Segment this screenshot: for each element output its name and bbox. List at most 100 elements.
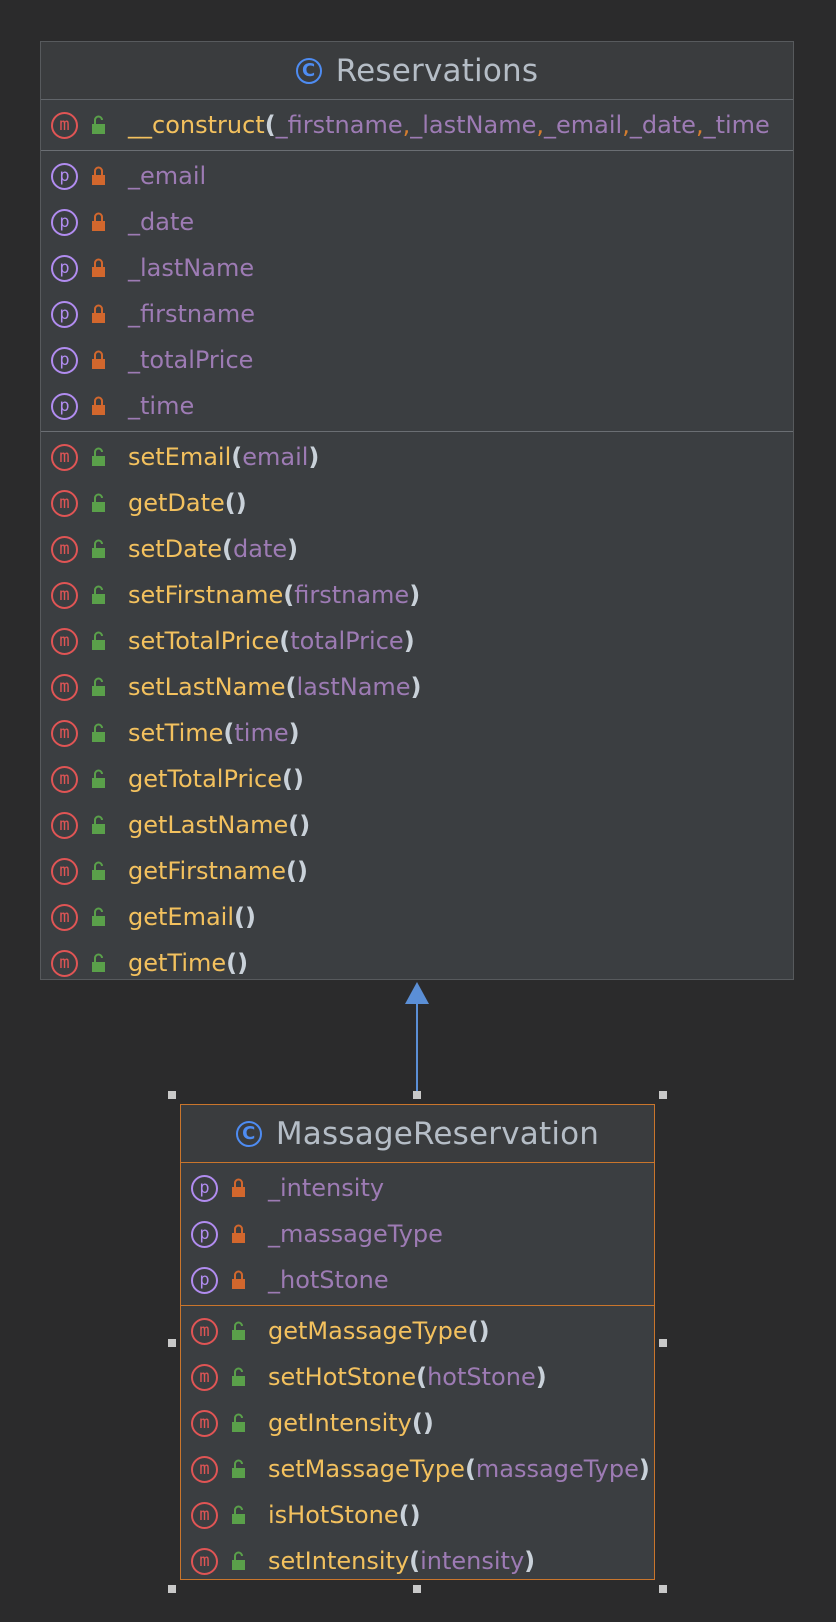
- selection-handle-mid-left[interactable]: [168, 1339, 176, 1347]
- close-paren: ): [409, 581, 421, 609]
- public-lock-icon: [92, 861, 105, 880]
- open-paren: (: [285, 857, 297, 885]
- public-lock-icon: [92, 677, 105, 696]
- public-lock-icon: [92, 631, 105, 650]
- field-badge-icon: p: [191, 1174, 218, 1202]
- selection-handle-top-left[interactable]: [168, 1091, 176, 1099]
- methods-section: m getMassageType() m setHotStone(hotStone) m…: [181, 1306, 654, 1579]
- field-row[interactable]: p _email: [41, 153, 793, 199]
- field-badge-icon: p: [51, 300, 78, 328]
- field-badge-icon: p: [51, 346, 78, 374]
- method-row[interactable]: m setHotStone(hotStone): [181, 1354, 654, 1400]
- field-row[interactable]: p _time: [41, 383, 793, 429]
- class-reservations[interactable]: C Reservations m __construct(_firstname, …: [40, 41, 794, 980]
- method-name: getTime: [128, 949, 227, 977]
- class-massage-reservation[interactable]: C MassageReservation p _intensity p _massag…: [180, 1104, 655, 1580]
- method-row[interactable]: m getIntensity(): [181, 1400, 654, 1446]
- method-row[interactable]: m setIntensity(intensity): [181, 1538, 654, 1579]
- close-paren: ): [296, 857, 308, 885]
- method-row[interactable]: m setTime(time): [41, 710, 793, 756]
- class-name: MassageReservation: [275, 1115, 600, 1152]
- method-row[interactable]: m setDate(date): [41, 526, 793, 572]
- field-row[interactable]: p _firstname: [41, 291, 793, 337]
- selection-handle-top-right[interactable]: [659, 1091, 667, 1099]
- method-name: setEmail: [128, 443, 232, 471]
- method-badge-icon: m: [191, 1547, 218, 1575]
- field-row[interactable]: p _lastName: [41, 245, 793, 291]
- selection-handle-top-center[interactable]: [413, 1091, 421, 1099]
- method-row[interactable]: m setMassageType(massageType): [181, 1446, 654, 1492]
- constructor-param: _time: [703, 111, 770, 139]
- open-paren: (: [226, 949, 238, 977]
- method-badge-icon: m: [191, 1501, 218, 1529]
- method-name: getLastName: [128, 811, 289, 839]
- constructor-param: _email: [544, 111, 623, 139]
- fields-section: p _email p _date p _lastName p _firstname p _tota…: [41, 151, 793, 432]
- class-header[interactable]: C Reservations: [41, 42, 793, 100]
- class-name: Reservations: [335, 52, 539, 89]
- open-paren: (: [264, 111, 276, 139]
- method-badge-icon: m: [51, 111, 78, 139]
- close-paren: ): [235, 489, 247, 517]
- method-name: setHotStone: [268, 1363, 417, 1391]
- public-lock-icon: [92, 953, 105, 972]
- field-row[interactable]: p _totalPrice: [41, 337, 793, 383]
- public-lock-icon: [92, 115, 105, 134]
- method-row[interactable]: m getLastName(): [41, 802, 793, 848]
- close-paren: ): [403, 627, 415, 655]
- constructor-section: m __construct(_firstname, _lastName, _ema…: [41, 100, 793, 151]
- public-lock-icon: [92, 493, 105, 512]
- open-paren: (: [282, 765, 293, 793]
- method-name: getIntensity: [268, 1409, 412, 1437]
- private-lock-icon: [232, 1224, 245, 1243]
- close-paren: ): [535, 1363, 547, 1391]
- selection-handle-mid-right[interactable]: [659, 1339, 667, 1347]
- selection-handle-bottom-left[interactable]: [168, 1585, 176, 1593]
- fields-section: p _intensity p _massageType p _hotStone: [181, 1163, 654, 1306]
- method-row[interactable]: m getMassageType(): [181, 1308, 654, 1354]
- open-paren: (: [398, 1501, 410, 1529]
- public-lock-icon: [232, 1413, 245, 1432]
- method-badge-icon: m: [51, 811, 78, 839]
- method-param: totalPrice: [290, 627, 404, 655]
- public-lock-icon: [92, 907, 105, 926]
- method-badge-icon: m: [51, 765, 78, 793]
- method-badge-icon: m: [51, 627, 78, 655]
- constructor-row[interactable]: m __construct(_firstname, _lastName, _ema…: [41, 102, 793, 148]
- selection-handle-bottom-center[interactable]: [413, 1585, 421, 1593]
- field-row[interactable]: p _hotStone: [181, 1257, 654, 1303]
- method-row[interactable]: m setFirstname(firstname): [41, 572, 793, 618]
- method-badge-icon: m: [51, 443, 78, 471]
- class-header[interactable]: C MassageReservation: [181, 1105, 654, 1163]
- close-paren: ): [410, 673, 422, 701]
- field-badge-icon: p: [191, 1220, 218, 1248]
- close-paren: ): [308, 443, 320, 471]
- method-row[interactable]: m getFirstname(): [41, 848, 793, 894]
- methods-section: m setEmail(email) m getDate() m setDate(date)…: [41, 432, 793, 979]
- method-row[interactable]: m setEmail(email): [41, 434, 793, 480]
- method-badge-icon: m: [51, 489, 78, 517]
- class-icon: C: [235, 1120, 262, 1147]
- private-lock-icon: [232, 1178, 245, 1197]
- method-name: setTime: [128, 719, 224, 747]
- method-row[interactable]: m isHotStone(): [181, 1492, 654, 1538]
- method-name: getDate: [128, 489, 225, 517]
- method-row[interactable]: m getEmail(): [41, 894, 793, 940]
- close-paren: ): [288, 719, 300, 747]
- method-name: setMassageType: [268, 1455, 465, 1483]
- method-row[interactable]: m getTime(): [41, 940, 793, 979]
- close-paren: ): [638, 1455, 650, 1483]
- field-row[interactable]: p _date: [41, 199, 793, 245]
- field-row[interactable]: p _massageType: [181, 1211, 654, 1257]
- public-lock-icon: [232, 1551, 245, 1570]
- method-row[interactable]: m setTotalPrice(totalPrice): [41, 618, 793, 664]
- method-row[interactable]: m getTotalPrice(): [41, 756, 793, 802]
- selection-handle-bottom-right[interactable]: [659, 1585, 667, 1593]
- public-lock-icon: [232, 1505, 245, 1524]
- field-row[interactable]: p _intensity: [181, 1165, 654, 1211]
- method-param: hotStone: [427, 1363, 536, 1391]
- param-separator: ,: [536, 111, 544, 139]
- method-param: date: [233, 535, 288, 563]
- method-row[interactable]: m getDate(): [41, 480, 793, 526]
- method-row[interactable]: m setLastName(lastName): [41, 664, 793, 710]
